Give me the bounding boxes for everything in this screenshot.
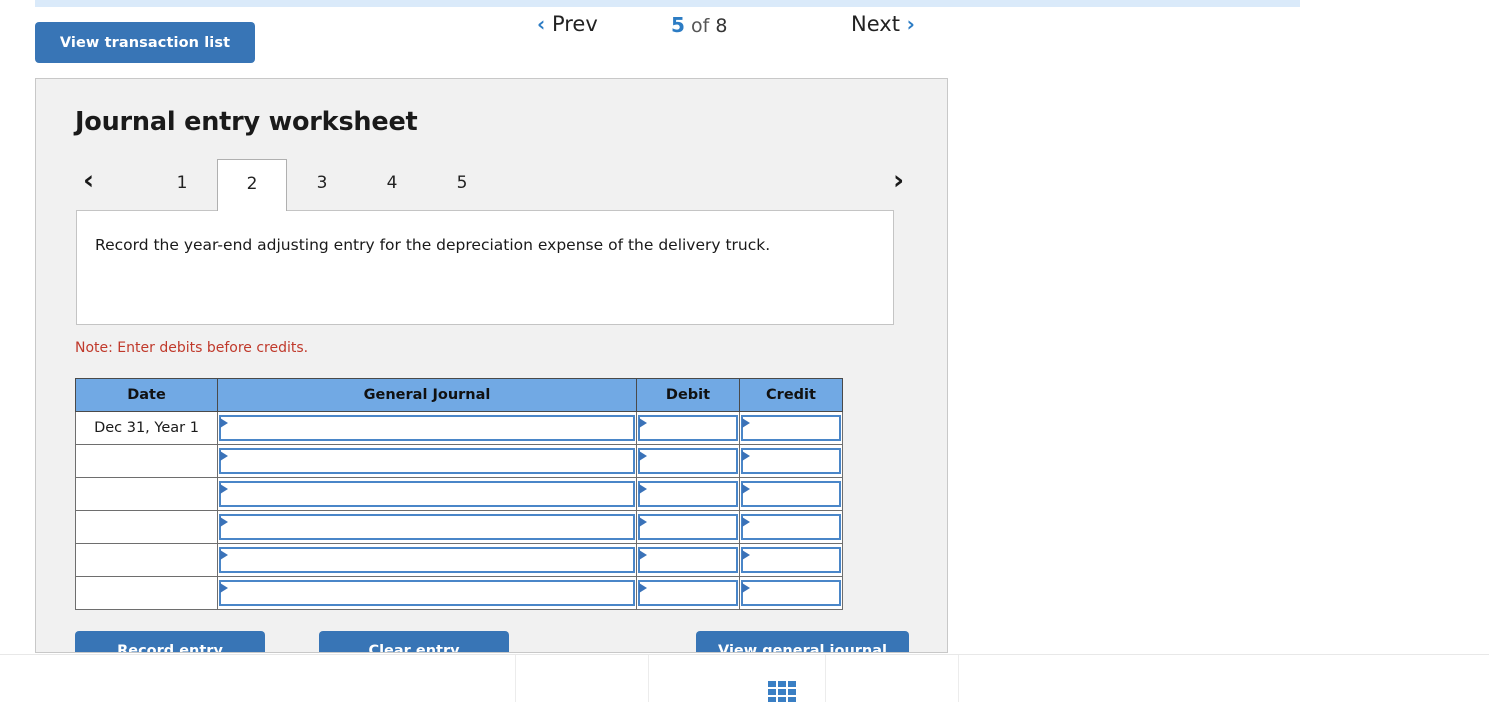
credit-cell[interactable] <box>739 444 843 478</box>
view-transaction-list-button[interactable]: View transaction list <box>35 22 255 63</box>
account-select-input[interactable] <box>219 481 635 507</box>
chevron-left-icon: ‹ <box>537 12 546 36</box>
chevron-right-icon: › <box>906 12 915 36</box>
date-cell[interactable] <box>75 543 218 577</box>
clear-entry-button[interactable]: Clear entry <box>319 631 509 652</box>
worksheet-tab-5[interactable]: 5 <box>427 159 497 211</box>
view-general-journal-button[interactable]: View general journal <box>696 631 909 652</box>
credit-input[interactable] <box>741 481 841 507</box>
account-select-input[interactable] <box>219 547 635 573</box>
debit-input[interactable] <box>638 547 738 573</box>
general-journal-cell[interactable] <box>217 576 637 610</box>
prev-page-label: Prev <box>551 12 598 36</box>
table-row <box>75 477 843 511</box>
date-cell[interactable] <box>75 477 218 511</box>
debit-cell[interactable] <box>636 411 740 445</box>
worksheet-tab-4[interactable]: 4 <box>357 159 427 211</box>
debit-input[interactable] <box>638 415 738 441</box>
table-row <box>75 576 843 610</box>
current-page-number: 5 <box>671 13 685 37</box>
account-select-input[interactable] <box>219 448 635 474</box>
grid-cell <box>768 681 776 687</box>
footer-divider <box>825 655 826 702</box>
date-cell[interactable] <box>75 576 218 610</box>
total-page-number: 8 <box>715 15 728 37</box>
credit-cell[interactable] <box>739 576 843 610</box>
table-row <box>75 510 843 544</box>
column-header-debit: Debit <box>636 378 740 412</box>
journal-entry-table: Date General Journal Debit Credit Dec 31… <box>75 378 843 610</box>
debit-cell[interactable] <box>636 576 740 610</box>
table-row <box>75 444 843 478</box>
grid-cell <box>778 689 786 695</box>
date-cell[interactable] <box>75 510 218 544</box>
grid-cell <box>788 689 796 695</box>
general-journal-cell[interactable] <box>217 411 637 445</box>
credit-cell[interactable] <box>739 543 843 577</box>
credit-cell[interactable] <box>739 411 843 445</box>
page-title: Journal entry worksheet <box>75 107 418 137</box>
worksheet-tabs: ‹ 1 2 3 4 5 › <box>75 159 915 211</box>
footer-divider <box>515 655 516 702</box>
account-select-input[interactable] <box>219 514 635 540</box>
general-journal-cell[interactable] <box>217 477 637 511</box>
credit-input[interactable] <box>741 514 841 540</box>
account-select-input[interactable] <box>219 415 635 441</box>
credit-input[interactable] <box>741 415 841 441</box>
worksheet-tab-3[interactable]: 3 <box>287 159 357 211</box>
instruction-box: Record the year-end adjusting entry for … <box>76 210 894 325</box>
worksheet-tab-2[interactable]: 2 <box>217 159 287 211</box>
column-header-date: Date <box>75 378 218 412</box>
instruction-text: Record the year-end adjusting entry for … <box>95 236 771 254</box>
credit-input[interactable] <box>741 580 841 606</box>
tab-next-icon[interactable]: › <box>893 165 904 197</box>
debit-input[interactable] <box>638 580 738 606</box>
debit-input[interactable] <box>638 448 738 474</box>
page-counter: 5 of 8 <box>671 13 727 37</box>
general-journal-cell[interactable] <box>217 510 637 544</box>
table-row <box>75 543 843 577</box>
journal-entry-worksheet-panel: Journal entry worksheet ‹ 1 2 3 4 5 › Re… <box>35 78 948 653</box>
journal-entry-screen: View transaction list Journal entry work… <box>0 0 1489 702</box>
table-header-row: Date General Journal Debit Credit <box>75 378 843 412</box>
debit-cell[interactable] <box>636 543 740 577</box>
record-entry-button[interactable]: Record entry <box>75 631 265 652</box>
debit-cell[interactable] <box>636 444 740 478</box>
pagination-footer <box>0 654 1489 702</box>
general-journal-cell[interactable] <box>217 543 637 577</box>
grid-cell <box>788 697 796 702</box>
date-cell[interactable] <box>75 444 218 478</box>
grid-cell <box>778 681 786 687</box>
tab-prev-icon[interactable]: ‹ <box>83 165 94 197</box>
column-header-credit: Credit <box>739 378 843 412</box>
account-select-input[interactable] <box>219 580 635 606</box>
footer-divider <box>648 655 649 702</box>
table-row: Dec 31, Year 1 <box>75 411 843 445</box>
grid-cell <box>788 681 796 687</box>
column-header-general-journal: General Journal <box>217 378 637 412</box>
credit-cell[interactable] <box>739 510 843 544</box>
debit-cell[interactable] <box>636 510 740 544</box>
credit-cell[interactable] <box>739 477 843 511</box>
general-journal-cell[interactable] <box>217 444 637 478</box>
date-cell[interactable]: Dec 31, Year 1 <box>75 411 218 445</box>
debit-input[interactable] <box>638 514 738 540</box>
grid-cell <box>768 689 776 695</box>
prev-page-button[interactable]: ‹ Prev <box>537 12 598 36</box>
credit-input[interactable] <box>741 448 841 474</box>
of-label: of <box>690 15 710 37</box>
footer-divider <box>958 655 959 702</box>
grid-cell <box>778 697 786 702</box>
credit-input[interactable] <box>741 547 841 573</box>
debits-before-credits-note: Note: Enter debits before credits. <box>75 340 309 356</box>
next-page-label: Next <box>851 12 900 36</box>
worksheet-tab-1[interactable]: 1 <box>147 159 217 211</box>
debit-input[interactable] <box>638 481 738 507</box>
grid-cell <box>768 697 776 702</box>
top-accent-strip <box>35 0 1300 7</box>
grid-view-icon[interactable] <box>768 681 800 702</box>
debit-cell[interactable] <box>636 477 740 511</box>
next-page-button[interactable]: Next › <box>851 12 915 36</box>
